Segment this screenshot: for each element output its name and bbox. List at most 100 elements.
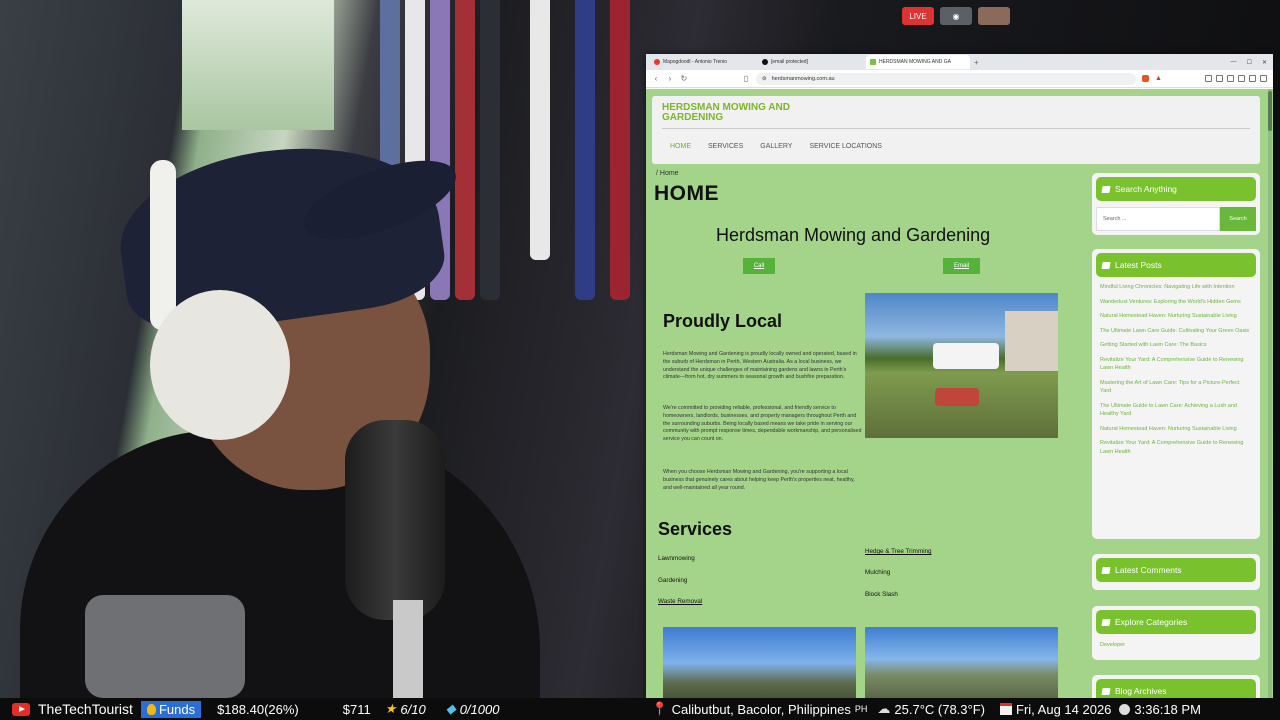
section-heading-local: Proudly Local <box>663 311 783 331</box>
post-link[interactable]: Mindful Living Chronicles: Navigating Li… <box>1100 283 1252 292</box>
widget-title: Search Anything <box>1096 177 1256 201</box>
category-link[interactable]: Developer <box>1100 642 1252 648</box>
weather-info: ☁ 25.7°C (78.3°F) <box>877 701 985 717</box>
email-button[interactable]: Email <box>943 258 980 274</box>
weather-text: 25.7°C (78.3°F) <box>894 701 985 717</box>
pin-icon: 📍 <box>651 701 668 716</box>
close-icon[interactable]: ✕ <box>1262 59 1267 66</box>
channel-name: TheTechTourist <box>38 701 133 717</box>
utility-vehicle <box>933 343 999 369</box>
overlay-icons: LIVE ◉ <box>902 7 1010 25</box>
main-menu: HOME SERVICES GALLERY SERVICE LOCATIONS <box>670 143 882 150</box>
tab-favicon-icon <box>654 59 660 65</box>
browser-tab-1[interactable]: Mapogdoodl - Antonio Trenio <box>650 55 754 69</box>
extension-icon[interactable] <box>1238 75 1245 82</box>
post-link[interactable]: The Ultimate Guide to Lawn Care: Achievi… <box>1100 402 1252 419</box>
widget-title: Latest Comments <box>1096 558 1256 582</box>
post-link[interactable]: Revitalize Your Yard: A Comprehensive Gu… <box>1100 439 1252 456</box>
money-bag-icon <box>146 703 156 715</box>
widget-title-text: Latest Posts <box>1115 260 1162 270</box>
widget-title: Blog Archives <box>1096 679 1256 698</box>
service-link[interactable]: Waste Removal <box>658 598 702 605</box>
menu-item-service-locations[interactable]: SERVICE LOCATIONS <box>809 143 881 150</box>
widget-title-text: Blog Archives <box>1115 686 1167 696</box>
menu-icon[interactable] <box>1260 75 1267 82</box>
search-form: Search ... Search <box>1096 207 1256 231</box>
post-link[interactable]: Mastering the Art of Lawn Care: Tips for… <box>1100 379 1252 396</box>
bookmark-icon[interactable]: ▯ <box>742 74 750 83</box>
site-info-icon[interactable]: ⊜ <box>762 76 767 82</box>
reload-icon[interactable]: ↻ <box>680 74 688 83</box>
widget-title-text: Explore Categories <box>1115 617 1188 627</box>
menu-item-gallery[interactable]: GALLERY <box>760 143 792 150</box>
stream-frame: LIVE ◉ Mapogdoodl - Antonio Trenio [emai… <box>0 0 1280 720</box>
avatar <box>978 7 1010 25</box>
page-title: HOME <box>654 182 719 205</box>
extension-icon[interactable] <box>1205 75 1212 82</box>
browser-tab-2[interactable]: [email protected] <box>758 55 862 69</box>
tab-label: HERDSMAN MOWING AND GA <box>879 59 951 65</box>
call-button[interactable]: Call <box>743 258 775 274</box>
search-input[interactable]: Search ... <box>1096 207 1220 231</box>
menu-item-home[interactable]: HOME <box>670 143 691 150</box>
forward-icon[interactable]: › <box>666 74 674 83</box>
post-link[interactable]: Getting Started with Lawn Care: The Basi… <box>1100 341 1252 350</box>
extension-icon[interactable] <box>1249 75 1256 82</box>
post-link[interactable]: Natural Homestead Haven: Nurturing Susta… <box>1100 425 1252 434</box>
search-button[interactable]: Search <box>1220 207 1256 231</box>
new-tab-icon[interactable]: + <box>974 58 979 67</box>
extension-icon[interactable] <box>1216 75 1223 82</box>
post-link[interactable]: Revitalize Your Yard: A Comprehensive Gu… <box>1100 356 1252 373</box>
menu-item-services[interactable]: SERVICES <box>708 143 743 150</box>
weather-icon: ☁ <box>877 701 891 716</box>
clock-icon <box>1119 703 1131 715</box>
window-controls: — ☐ ✕ <box>1231 59 1273 66</box>
device-background <box>85 595 245 698</box>
about-paragraph-3: When you choose Herdsman Mowing and Gard… <box>663 469 855 491</box>
gallery-photo <box>865 627 1058 698</box>
stars-value: 6/10 <box>400 701 426 717</box>
post-link[interactable]: Natural Homestead Haven: Nurturing Susta… <box>1100 312 1252 321</box>
widget-title: Explore Categories <box>1096 610 1256 634</box>
funds-label: Funds <box>158 701 196 717</box>
back-icon[interactable]: ‹ <box>652 74 660 83</box>
extension-icon[interactable] <box>1227 75 1234 82</box>
maximize-icon[interactable]: ☐ <box>1247 59 1252 66</box>
url-text: herdsmanmowing.com.au <box>771 75 835 82</box>
clothing-item <box>480 0 500 300</box>
tab-label: Mapogdoodl - Antonio Trenio <box>663 59 727 65</box>
minimize-icon[interactable]: — <box>1231 59 1237 66</box>
brave-shield-icon[interactable] <box>1142 75 1149 82</box>
page-scrollbar[interactable] <box>1268 89 1272 698</box>
gems-counter: ◆ 0/1000 <box>446 701 500 717</box>
clothing-item <box>530 0 550 260</box>
channel-info: TheTechTourist <box>0 701 133 717</box>
breadcrumb[interactable]: / Home <box>656 170 679 177</box>
lawn-photo <box>865 293 1058 438</box>
post-link[interactable]: The Ultimate Lawn Care Guide: Cultivatin… <box>1100 327 1252 336</box>
browser-tab-active[interactable]: HERDSMAN MOWING AND GA <box>866 55 970 69</box>
about-paragraph-2: We're committed to providing reliable, p… <box>663 405 862 443</box>
stream-ticker: TheTechTourist Funds $188.40(26%) $711 ★… <box>0 698 1280 720</box>
date-text: Fri, Aug 14 2026 <box>1016 701 1112 717</box>
scrollbar-thumb[interactable] <box>1268 91 1272 131</box>
service-link[interactable]: Hedge & Tree Trimming <box>865 548 932 555</box>
time-info: 3:36:18 PM <box>1119 702 1201 717</box>
site-header: HERDSMAN MOWING AND GARDENING HOME SERVI… <box>652 96 1260 164</box>
tab-label: [email protected] <box>771 59 808 65</box>
site-title[interactable]: HERDSMAN MOWING AND GARDENING <box>662 103 822 123</box>
youtube-icon <box>12 702 30 716</box>
funds-value: $188.40(26%) <box>217 701 299 717</box>
address-bar[interactable]: ⊜ herdsmanmowing.com.au <box>756 72 1136 85</box>
header-divider <box>662 128 1250 129</box>
location-info: 📍 Calibutbut, Bacolor, Philippines PH <box>651 701 867 717</box>
lawn-mower <box>935 388 979 406</box>
tag-icon <box>1101 687 1111 695</box>
headphone-icon <box>150 290 290 440</box>
alert-icon[interactable]: ▲ <box>1155 75 1162 82</box>
web-page: HERDSMAN MOWING AND GARDENING HOME SERVI… <box>646 89 1273 698</box>
nav-bar: ‹ › ↻ ▯ ⊜ herdsmanmowing.com.au ▲ <box>646 70 1273 88</box>
country-code: PH <box>854 704 868 714</box>
post-link[interactable]: Wanderlust Ventures: Exploring the World… <box>1100 298 1252 307</box>
tag-icon <box>1101 618 1111 626</box>
